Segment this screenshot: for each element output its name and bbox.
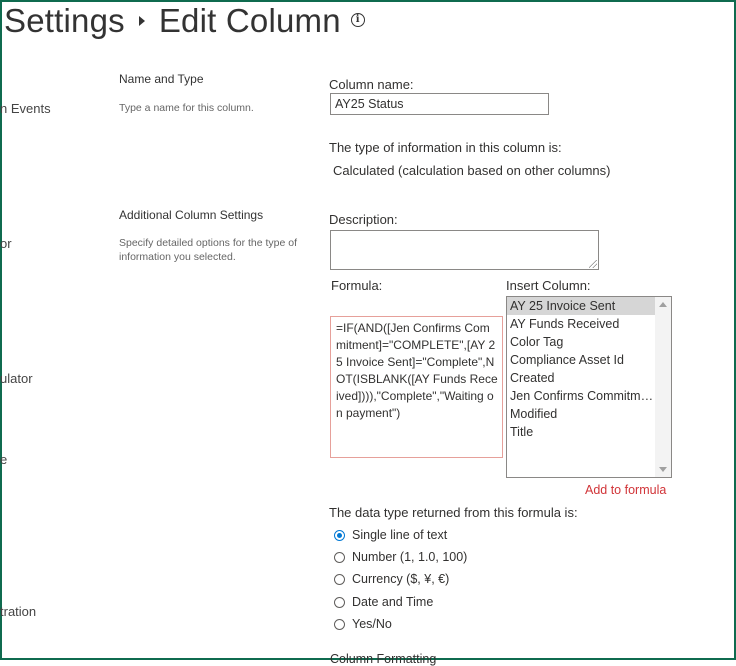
- type-info-value: Calculated (calculation based on other c…: [333, 163, 611, 178]
- return-type-option-yesno[interactable]: Yes/No: [334, 617, 392, 631]
- type-info-label: The type of information in this column i…: [329, 140, 562, 155]
- insert-column-listbox[interactable]: AY 25 Invoice Sent AY Funds Received Col…: [506, 296, 672, 478]
- radio-label: Single line of text: [352, 528, 448, 542]
- listbox-scrollbar[interactable]: [655, 297, 671, 477]
- list-item[interactable]: AY 25 Invoice Sent: [507, 297, 657, 315]
- radio-label: Yes/No: [352, 617, 392, 631]
- return-type-option-text[interactable]: Single line of text: [334, 528, 447, 542]
- resize-grip-icon[interactable]: [589, 260, 597, 268]
- scroll-down-arrow-icon[interactable]: [659, 467, 667, 472]
- section-title-additional: Additional Column Settings: [119, 208, 264, 222]
- list-item[interactable]: Title: [507, 423, 657, 441]
- column-name-input[interactable]: [330, 93, 549, 115]
- list-item[interactable]: Color Tag: [507, 333, 657, 351]
- breadcrumb-edit-column: Edit Column: [158, 2, 341, 39]
- column-formatting-label: Column Formatting: [330, 652, 437, 666]
- radio-button[interactable]: [334, 552, 345, 563]
- column-name-label: Column name:: [329, 77, 414, 92]
- radio-label: Date and Time: [352, 595, 434, 609]
- return-type-option-currency[interactable]: Currency ($, ¥, €): [334, 572, 449, 586]
- list-item[interactable]: Created: [507, 369, 657, 387]
- list-item[interactable]: Compliance Asset Id: [507, 351, 657, 369]
- info-icon[interactable]: i: [350, 13, 365, 28]
- insert-column-label: Insert Column:: [506, 278, 591, 293]
- nav-item-2[interactable]: or: [0, 236, 12, 251]
- description-textarea[interactable]: [330, 230, 599, 270]
- radio-label: Number (1, 1.0, 100): [352, 550, 468, 564]
- nav-item-3[interactable]: ulator: [0, 371, 33, 386]
- return-type-label: The data type returned from this formula…: [329, 505, 578, 520]
- section-desc-additional: Specify detailed options for the type of…: [119, 237, 298, 263]
- nav-item-5[interactable]: tration: [0, 604, 36, 619]
- nav-item-4[interactable]: e: [0, 452, 7, 467]
- nav-item-events[interactable]: n Events: [0, 101, 51, 116]
- radio-button[interactable]: [334, 574, 345, 585]
- breadcrumb-settings[interactable]: Settings: [4, 2, 125, 39]
- list-item[interactable]: AY Funds Received: [507, 315, 657, 333]
- radio-button[interactable]: [334, 619, 345, 630]
- breadcrumb-separator-icon: [138, 16, 145, 27]
- return-type-option-datetime[interactable]: Date and Time: [334, 595, 433, 609]
- list-item[interactable]: Jen Confirms Commitment: [507, 387, 657, 405]
- add-to-formula-link[interactable]: Add to formula: [585, 483, 666, 497]
- return-type-option-number[interactable]: Number (1, 1.0, 100): [334, 550, 467, 564]
- scroll-up-arrow-icon[interactable]: [659, 302, 667, 307]
- radio-button[interactable]: [334, 597, 345, 608]
- page-title: Settings Edit Column i: [4, 2, 365, 40]
- formula-textarea[interactable]: =IF(AND([Jen Confirms Commitment]="COMPL…: [330, 316, 503, 458]
- formula-label: Formula:: [331, 278, 383, 293]
- section-desc-name-type: Type a name for this column.: [119, 102, 254, 114]
- list-item[interactable]: Modified: [507, 405, 657, 423]
- section-title-name-type: Name and Type: [119, 72, 204, 86]
- radio-button-checked[interactable]: [334, 530, 345, 541]
- radio-label: Currency ($, ¥, €): [352, 572, 450, 586]
- description-label: Description:: [329, 212, 398, 227]
